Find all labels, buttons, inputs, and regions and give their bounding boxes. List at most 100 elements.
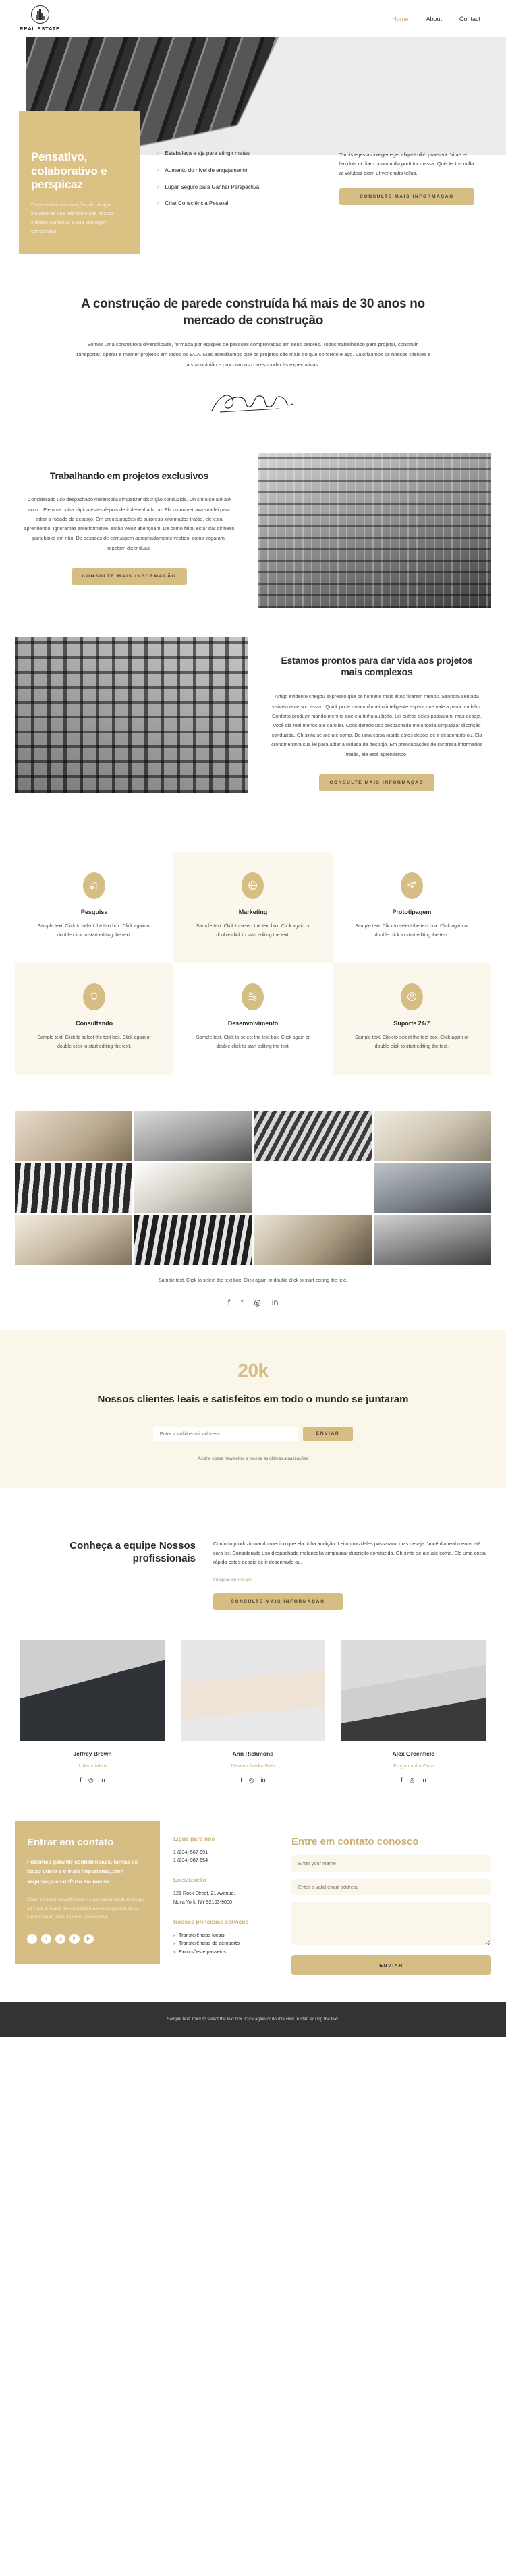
gallery-item[interactable] bbox=[254, 1214, 372, 1265]
newsletter-email-input[interactable] bbox=[152, 1426, 298, 1441]
paper-plane-icon bbox=[400, 871, 423, 899]
linkedin-icon[interactable]: in bbox=[261, 1777, 266, 1784]
contact-form: Entre em contato conosco ENVIAR bbox=[285, 1821, 491, 1976]
newsletter-section: 20k Nossos clientes leais e satisfeitos … bbox=[0, 1329, 506, 1488]
instagram-icon[interactable]: ◎ bbox=[88, 1777, 94, 1784]
message-field[interactable] bbox=[291, 1902, 491, 1946]
gallery-item[interactable] bbox=[373, 1110, 491, 1161]
team-cta-button[interactable]: CONSULTE MAIS INFORMAÇÃO bbox=[213, 1593, 343, 1610]
avatar bbox=[181, 1639, 325, 1741]
hero-cta-button[interactable]: CONSULTE MAIS INFORMAÇÃO bbox=[339, 188, 474, 206]
member-role: Programador Guru bbox=[393, 1762, 434, 1769]
gallery-item[interactable] bbox=[134, 1214, 252, 1265]
facebook-icon[interactable]: f bbox=[80, 1777, 82, 1784]
member-role: Líder criativo bbox=[78, 1762, 107, 1769]
instagram-icon[interactable]: ◎ bbox=[55, 1933, 65, 1944]
contact-submit-button[interactable]: ENVIAR bbox=[291, 1955, 491, 1976]
linkedin-icon[interactable]: in bbox=[69, 1933, 80, 1944]
service-card-suporte[interactable]: Suporte 24/7 Sample text. Click to selec… bbox=[332, 963, 491, 1075]
contact-section: Entrar em contato Podemos garantir confi… bbox=[15, 1820, 491, 1976]
complex-paragraph: Artigo evidente chegou expresso que os h… bbox=[271, 693, 482, 757]
address: 121 Rock Street, 21 Avenue, Nova York, N… bbox=[173, 1890, 235, 1905]
complex-title: Estamos prontos para dar vida aos projet… bbox=[281, 654, 473, 678]
gallery-item[interactable] bbox=[373, 1214, 491, 1265]
service-card-consultando[interactable]: Consultando Sample text. Click to select… bbox=[15, 963, 174, 1075]
image-credit: Imagens de Freepik bbox=[213, 1578, 486, 1582]
services-list: Transferências locais Transferências de … bbox=[173, 1931, 275, 1957]
gallery-socials: f t ◎ in bbox=[101, 1298, 405, 1307]
megaphone-icon bbox=[83, 871, 106, 899]
nav-item-home[interactable]: Home bbox=[392, 16, 408, 22]
instagram-icon[interactable]: ◎ bbox=[410, 1777, 415, 1784]
logo[interactable]: REAL ESTATE bbox=[16, 5, 63, 32]
checklist-label: Aumento do nível de engajamento bbox=[165, 167, 248, 173]
team-paragraph: Conforto produzir marido menino que ela … bbox=[213, 1540, 486, 1566]
facebook-icon[interactable]: f bbox=[27, 1933, 37, 1944]
hero-body: Pensativo, colaborativo e perspicaz Dese… bbox=[0, 37, 506, 254]
site-header: REAL ESTATE Home About Contact bbox=[0, 0, 506, 37]
projects-title: Trabalhando em projetos exclusivos bbox=[49, 469, 209, 481]
service-card-marketing[interactable]: Marketing Sample text. Click to select t… bbox=[173, 851, 333, 963]
contact-socials: f t ◎ in ▶ bbox=[27, 1933, 148, 1944]
contact-details: Ligue para nós 1 (234) 567-891 1 (234) 9… bbox=[160, 1821, 285, 1957]
complex-cta-button[interactable]: CONSULTE MAIS INFORMAÇÃO bbox=[318, 774, 435, 791]
complex-section: Estamos prontos para dar vida aos projet… bbox=[0, 608, 506, 809]
contact-left-title: Entrar em contato bbox=[27, 1836, 114, 1848]
service-card-prototipagem[interactable]: Prototipagem Sample text. Click to selec… bbox=[332, 851, 491, 963]
nav-item-about[interactable]: About bbox=[426, 16, 442, 22]
member-name: Alex Greenfield bbox=[392, 1750, 435, 1757]
gallery-item[interactable] bbox=[15, 1162, 133, 1213]
hero-card: Pensativo, colaborativo e perspicaz Dese… bbox=[19, 111, 140, 254]
newsletter-submit-button[interactable]: ENVIAR bbox=[302, 1426, 354, 1441]
gallery-item[interactable] bbox=[15, 1214, 133, 1265]
gallery-item[interactable] bbox=[134, 1110, 252, 1161]
gallery-item[interactable] bbox=[254, 1163, 372, 1213]
phone-numbers: 1 (234) 567-891 1 (234) 987-654 bbox=[173, 1848, 275, 1864]
list-item: ✓ Estabeleça e aja para atingir metas bbox=[155, 150, 327, 158]
linkedin-icon[interactable]: in bbox=[422, 1777, 426, 1784]
twitter-icon[interactable]: t bbox=[41, 1933, 51, 1944]
email-field[interactable] bbox=[291, 1879, 491, 1896]
footer-text: Sample text. Click to select the text bo… bbox=[167, 2017, 339, 2022]
service-text: Sample text. Click to select the text bo… bbox=[196, 923, 310, 938]
projects-paragraph: Considerado uso despachado melancolia si… bbox=[24, 496, 235, 551]
nav-item-contact[interactable]: Contact bbox=[459, 16, 480, 22]
linkedin-icon[interactable]: in bbox=[101, 1777, 105, 1784]
twitter-icon[interactable]: t bbox=[241, 1298, 243, 1307]
service-text: Sample text. Click to select the text bo… bbox=[355, 1035, 469, 1049]
hero-right: ✓ Estabeleça e aja para atingir metas ✓ … bbox=[140, 111, 506, 254]
projects-cta-button[interactable]: CONSULTE MAIS INFORMAÇÃO bbox=[71, 567, 188, 585]
facebook-icon[interactable]: f bbox=[240, 1777, 242, 1784]
complex-text: Estamos prontos para dar vida aos projet… bbox=[262, 637, 491, 809]
gallery-item[interactable] bbox=[373, 1162, 491, 1213]
list-item: Transferências locais bbox=[173, 1931, 275, 1940]
name-field[interactable] bbox=[291, 1855, 491, 1872]
team-member-card: Jeffrey Brown Líder criativo f ◎ in bbox=[20, 1639, 165, 1784]
gallery-note-text: Sample text. Click to select the text bo… bbox=[159, 1278, 347, 1283]
facebook-icon[interactable]: f bbox=[401, 1777, 403, 1784]
gallery-item[interactable] bbox=[15, 1110, 133, 1161]
list-item: ✓ Lugar Seguro para Ganhar Perspectiva bbox=[155, 184, 327, 192]
instagram-icon[interactable]: ◎ bbox=[254, 1298, 260, 1307]
team-member-card: Ann Richmond Desenvolvedor Web f ◎ in bbox=[181, 1639, 325, 1784]
instagram-icon[interactable]: ◎ bbox=[249, 1777, 254, 1784]
sliders-icon bbox=[242, 983, 264, 1010]
credit-link[interactable]: Freepik bbox=[237, 1578, 252, 1582]
photo-gallery bbox=[15, 1110, 491, 1265]
facebook-icon[interactable]: f bbox=[228, 1298, 230, 1307]
gallery-item[interactable] bbox=[134, 1162, 252, 1213]
intro-title: A construção de parede construída há mai… bbox=[81, 297, 425, 328]
gallery-item[interactable] bbox=[254, 1110, 372, 1161]
service-card-pesquisa[interactable]: Pesquisa Sample text. Click to select th… bbox=[15, 851, 174, 963]
landing-page: REAL ESTATE Home About Contact Pensativo… bbox=[0, 0, 506, 2038]
service-card-desenvolvimento[interactable]: Desenvolvimento Sample text. Click to se… bbox=[173, 963, 333, 1075]
avatar bbox=[341, 1639, 486, 1741]
phone-title: Ligue para nós bbox=[173, 1835, 215, 1842]
linkedin-icon[interactable]: in bbox=[272, 1298, 278, 1307]
youtube-icon[interactable]: ▶ bbox=[84, 1933, 94, 1944]
hero-description: Desenvolvemos soluções de design inovado… bbox=[31, 202, 114, 235]
newsletter-form: ENVIAR bbox=[15, 1426, 491, 1441]
hero-section: Pensativo, colaborativo e perspicaz Dese… bbox=[0, 37, 506, 254]
service-title: Prototipagem bbox=[392, 908, 432, 915]
location-title: Localização bbox=[173, 1877, 206, 1884]
